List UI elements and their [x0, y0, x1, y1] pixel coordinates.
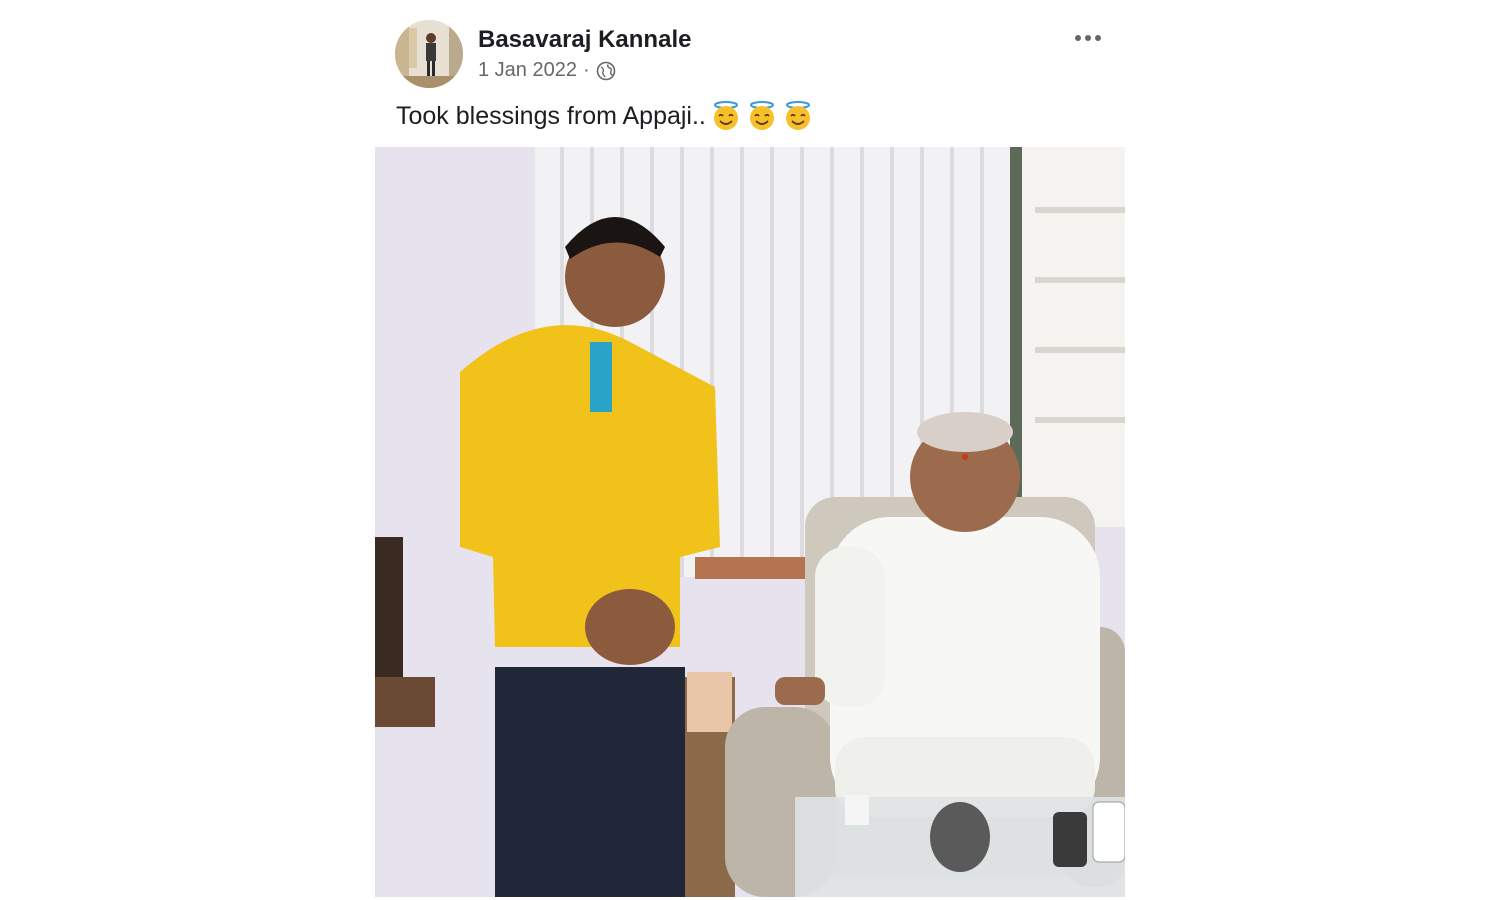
- smiling-face-with-halo-icon: [710, 100, 742, 132]
- globe-icon: [596, 61, 616, 81]
- meta-separator: ·: [582, 59, 590, 81]
- glass-table: [795, 795, 1125, 897]
- author-name[interactable]: Basavaraj Kannale: [478, 26, 691, 54]
- more-options-icon: [1075, 35, 1101, 41]
- facebook-post: Basavaraj Kannale 1 Jan 2022 · Took bles…: [0, 0, 1500, 900]
- post-date[interactable]: 1 Jan 2022: [478, 59, 577, 82]
- smiling-face-with-halo-icon: [782, 100, 814, 132]
- more-options-button[interactable]: [1070, 26, 1106, 50]
- post-text: Took blessings from Appaji..: [396, 100, 814, 132]
- post-photo[interactable]: [375, 147, 1125, 897]
- smiling-face-with-halo-icon: [746, 100, 778, 132]
- post-meta: 1 Jan 2022 ·: [478, 59, 616, 82]
- post-header: Basavaraj Kannale 1 Jan 2022 ·: [395, 20, 1125, 90]
- post-caption: Took blessings from Appaji..: [396, 101, 706, 130]
- author-avatar[interactable]: [395, 20, 463, 88]
